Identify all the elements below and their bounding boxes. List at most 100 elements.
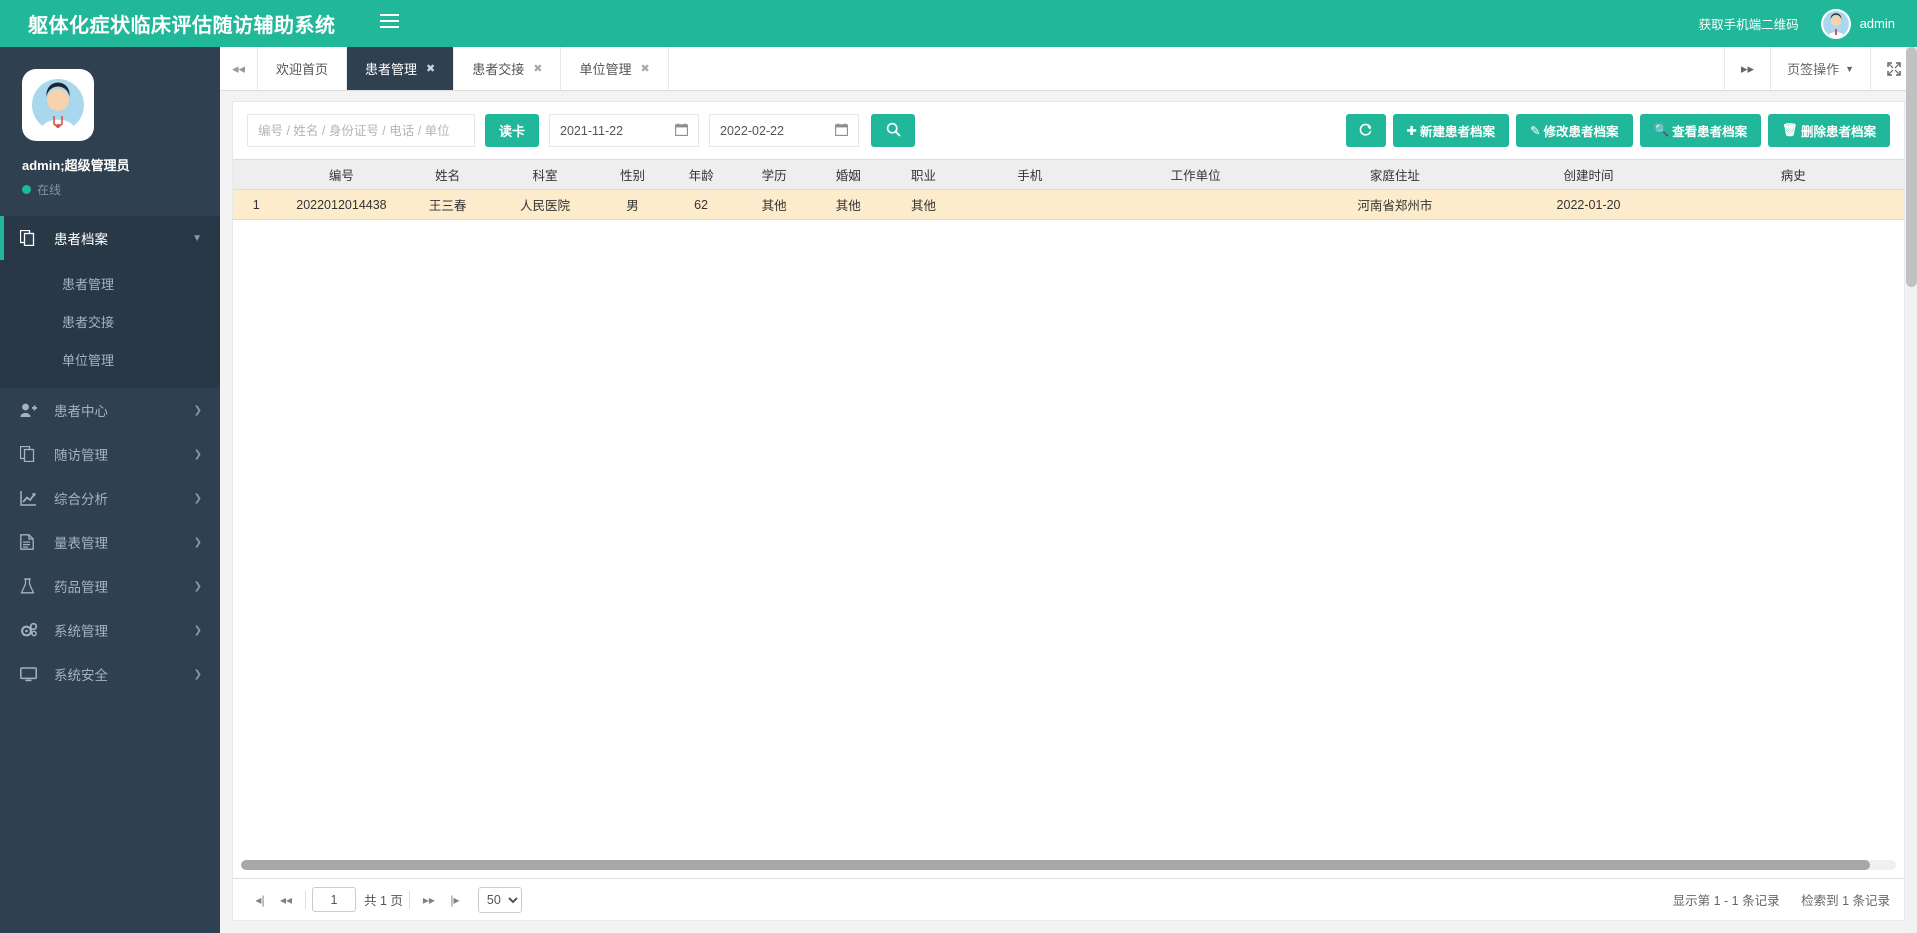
- end-date-field[interactable]: 2022-02-22: [709, 114, 860, 147]
- double-chevron-left-icon[interactable]: ◂◂: [220, 47, 258, 90]
- sidebar-subitem-label: 单位管理: [62, 352, 115, 368]
- tab-unit-management[interactable]: 单位管理 ✖: [561, 47, 669, 90]
- start-date-field[interactable]: 2021-11-22: [549, 114, 700, 147]
- search-button[interactable]: [871, 114, 916, 147]
- sidebar-item-patient-records[interactable]: 患者档案 ▼: [0, 216, 220, 260]
- cell-dept: 人民医院: [491, 189, 599, 220]
- delete-patient-record-button[interactable]: 🗑 删除患者档案: [1768, 114, 1890, 147]
- close-icon[interactable]: ✖: [641, 62, 650, 75]
- sidebar: admin;超级管理员 在线 患者档案 ▼ 患者管理 患者交接 单位管理 患者中…: [0, 47, 220, 933]
- profile-status-label: 在线: [37, 183, 62, 197]
- view-patient-record-label: 查看患者档案: [1672, 125, 1748, 139]
- tab-patient-handover[interactable]: 患者交接 ✖: [454, 47, 562, 90]
- view-patient-record-button[interactable]: 🔍 查看患者档案: [1639, 114, 1762, 147]
- vertical-scrollbar-thumb[interactable]: [1906, 47, 1917, 287]
- sidebar-item-label: 随访管理: [54, 448, 108, 463]
- horizontal-scrollbar-thumb[interactable]: [241, 860, 1870, 870]
- double-chevron-right-icon[interactable]: ▸▸: [1724, 47, 1770, 90]
- tab-label: 患者交接: [472, 62, 525, 77]
- table-header-gender[interactable]: 性别: [598, 159, 667, 190]
- table-header-dept[interactable]: 科室: [491, 159, 599, 190]
- horizontal-scrollbar[interactable]: [241, 860, 1896, 870]
- tab-patient-management[interactable]: 患者管理 ✖: [347, 47, 455, 90]
- pagination-bar: ◂| ◂◂ 共 1 页 ▸▸ |▸ 50 显示第 1 - 1 条记录 检索到 1…: [233, 878, 1904, 920]
- double-chevron-right-icon[interactable]: ▸▸: [416, 887, 442, 913]
- divider: [408, 890, 410, 909]
- chart-line-icon: [20, 490, 42, 506]
- read-card-button[interactable]: 读卡: [485, 114, 540, 147]
- sidebar-item-system-management[interactable]: 系统管理 ❯: [0, 608, 220, 652]
- step-first-icon[interactable]: ◂|: [247, 887, 273, 913]
- sidebar-item-followup-management[interactable]: 随访管理 ❯: [0, 432, 220, 476]
- sidebar-item-comprehensive-analysis[interactable]: 综合分析 ❯: [0, 476, 220, 520]
- sidebar-item-label: 系统管理: [54, 624, 108, 639]
- header-right-group: 获取手机端二维码 admin: [1699, 8, 1917, 39]
- new-patient-record-button[interactable]: ✚ 新建患者档案: [1392, 114, 1510, 147]
- chevron-right-icon: ❯: [193, 448, 202, 460]
- total-pages-label: 共 1 页: [364, 894, 403, 908]
- table-header-marriage[interactable]: 婚姻: [812, 159, 884, 190]
- profile-avatar-icon[interactable]: [22, 69, 94, 141]
- mobile-qrcode-link[interactable]: 获取手机端二维码: [1699, 14, 1799, 33]
- page-size-select[interactable]: 50: [477, 886, 522, 913]
- sidebar-item-drug-management[interactable]: 药品管理 ❯: [0, 564, 220, 608]
- chevron-right-icon: ❯: [193, 668, 202, 680]
- sidebar-item-scale-management[interactable]: 量表管理 ❯: [0, 520, 220, 564]
- tab-label: 欢迎首页: [276, 62, 329, 77]
- cell-workplace: [1096, 189, 1296, 220]
- step-last-icon[interactable]: |▸: [442, 887, 468, 913]
- tab-welcome-home[interactable]: 欢迎首页: [258, 47, 348, 90]
- chevron-right-icon: ❯: [193, 492, 202, 504]
- user-name-label[interactable]: admin: [1860, 16, 1895, 31]
- tab-strip: ◂◂ 欢迎首页 患者管理 ✖ 患者交接 ✖ 单位管理 ✖ ▸▸ 页签操作 ▼: [220, 47, 1917, 91]
- table-header-workplace[interactable]: 工作单位: [1096, 159, 1296, 190]
- toolbar-action-group: ✚ 新建患者档案 ✎ 修改患者档案 🔍 查看患者档案 🗑 删除患者档案: [1339, 114, 1890, 147]
- sidebar-subitem-patient-management[interactable]: 患者管理: [0, 264, 220, 302]
- table-header-index[interactable]: [233, 159, 280, 190]
- delete-patient-record-label: 删除患者档案: [1800, 125, 1876, 139]
- gears-icon: [20, 622, 42, 638]
- table-header-occupation[interactable]: 职业: [883, 159, 964, 190]
- user-plus-icon: [20, 403, 42, 418]
- page-number-input[interactable]: [312, 887, 356, 912]
- hamburger-icon[interactable]: [379, 14, 399, 33]
- edit-icon: ✎: [1530, 124, 1541, 138]
- vertical-scrollbar[interactable]: [1906, 47, 1917, 933]
- file-copy-icon: [20, 446, 42, 462]
- table-header-created[interactable]: 创建时间: [1494, 159, 1683, 190]
- cell-history: [1682, 189, 1904, 220]
- cell-occupation: 其他: [883, 189, 964, 220]
- profile-name-label: admin;超级管理员: [22, 158, 130, 173]
- sidebar-subitem-patient-handover[interactable]: 患者交接: [0, 302, 220, 340]
- table-header-code[interactable]: 编号: [279, 159, 404, 190]
- top-header-bar: 躯体化症状临床评估随访辅助系统 获取手机端二维码 admin: [0, 0, 1917, 47]
- search-input[interactable]: [247, 114, 475, 147]
- calendar-icon[interactable]: [835, 122, 848, 139]
- calendar-icon[interactable]: [675, 122, 688, 139]
- tab-action-menu[interactable]: 页签操作 ▼: [1770, 47, 1870, 90]
- cell-gender: 男: [598, 189, 667, 220]
- chevron-right-icon: ❯: [193, 580, 202, 592]
- content-area: 读卡 2021-11-22 2022-02-22: [220, 91, 1917, 933]
- table-header-phone[interactable]: 手机: [963, 159, 1097, 190]
- table-header-age[interactable]: 年龄: [666, 159, 736, 190]
- sidebar-subitem-unit-management[interactable]: 单位管理: [0, 340, 220, 378]
- tab-label: 单位管理: [579, 62, 632, 77]
- divider: [305, 890, 306, 909]
- edit-patient-record-button[interactable]: ✎ 修改患者档案: [1516, 114, 1633, 147]
- table-header-address[interactable]: 家庭住址: [1295, 159, 1495, 190]
- close-icon[interactable]: ✖: [533, 62, 542, 75]
- refresh-button[interactable]: [1345, 114, 1386, 147]
- table-row[interactable]: 1 2022012014438 王三春 人民医院 男 62 其他 其他 其他 河…: [233, 189, 1904, 220]
- table-header-education[interactable]: 学历: [735, 159, 813, 190]
- double-chevron-left-icon[interactable]: ◂◂: [273, 887, 299, 913]
- sidebar-item-system-security[interactable]: 系统安全 ❯: [0, 652, 220, 696]
- table-header-history[interactable]: 病史: [1682, 159, 1904, 190]
- sidebar-item-label: 系统安全: [54, 668, 108, 683]
- sidebar-item-patient-center[interactable]: 患者中心 ❯: [0, 388, 220, 432]
- close-icon[interactable]: ✖: [426, 62, 435, 75]
- table-header-name[interactable]: 姓名: [403, 159, 492, 190]
- zoom-icon: 🔍: [1653, 123, 1670, 137]
- avatar[interactable]: [1820, 8, 1851, 39]
- cell-education: 其他: [735, 189, 813, 220]
